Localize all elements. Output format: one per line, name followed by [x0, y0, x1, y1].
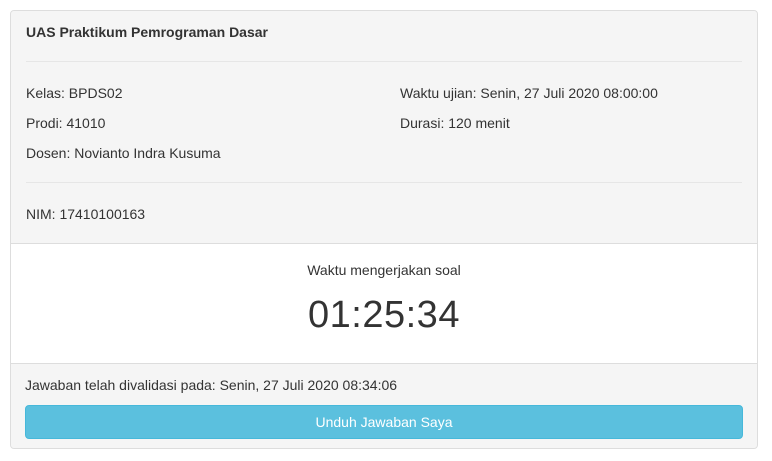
lecturer-info: Dosen: Novianto Indra Kusuma [26, 145, 221, 161]
timer-label: Waktu mengerjakan soal [307, 262, 461, 278]
exam-title: UAS Praktikum Pemrograman Dasar [26, 24, 268, 40]
validation-status: Jawaban telah divalidasi pada: Senin, 27… [25, 377, 398, 393]
countdown-timer: 01:25:34 [308, 294, 460, 336]
exam-panel: UAS Praktikum Pemrograman Dasar Kelas: B… [10, 10, 758, 449]
exam-info-header: UAS Praktikum Pemrograman Dasar Kelas: B… [11, 11, 757, 244]
duration-info: Durasi: 120 menit [400, 115, 510, 131]
exam-footer: Jawaban telah divalidasi pada: Senin, 27… [11, 364, 757, 448]
exam-time-info: Waktu ujian: Senin, 27 Juli 2020 08:00:0… [400, 85, 658, 101]
divider [26, 182, 742, 183]
program-info: Prodi: 41010 [26, 115, 106, 131]
download-answers-button[interactable]: Unduh Jawaban Saya [25, 405, 743, 439]
timer-section: Waktu mengerjakan soal 01:25:34 [11, 244, 757, 364]
divider [26, 61, 742, 62]
class-info: Kelas: BPDS02 [26, 85, 123, 101]
student-id-info: NIM: 17410100163 [26, 206, 146, 222]
